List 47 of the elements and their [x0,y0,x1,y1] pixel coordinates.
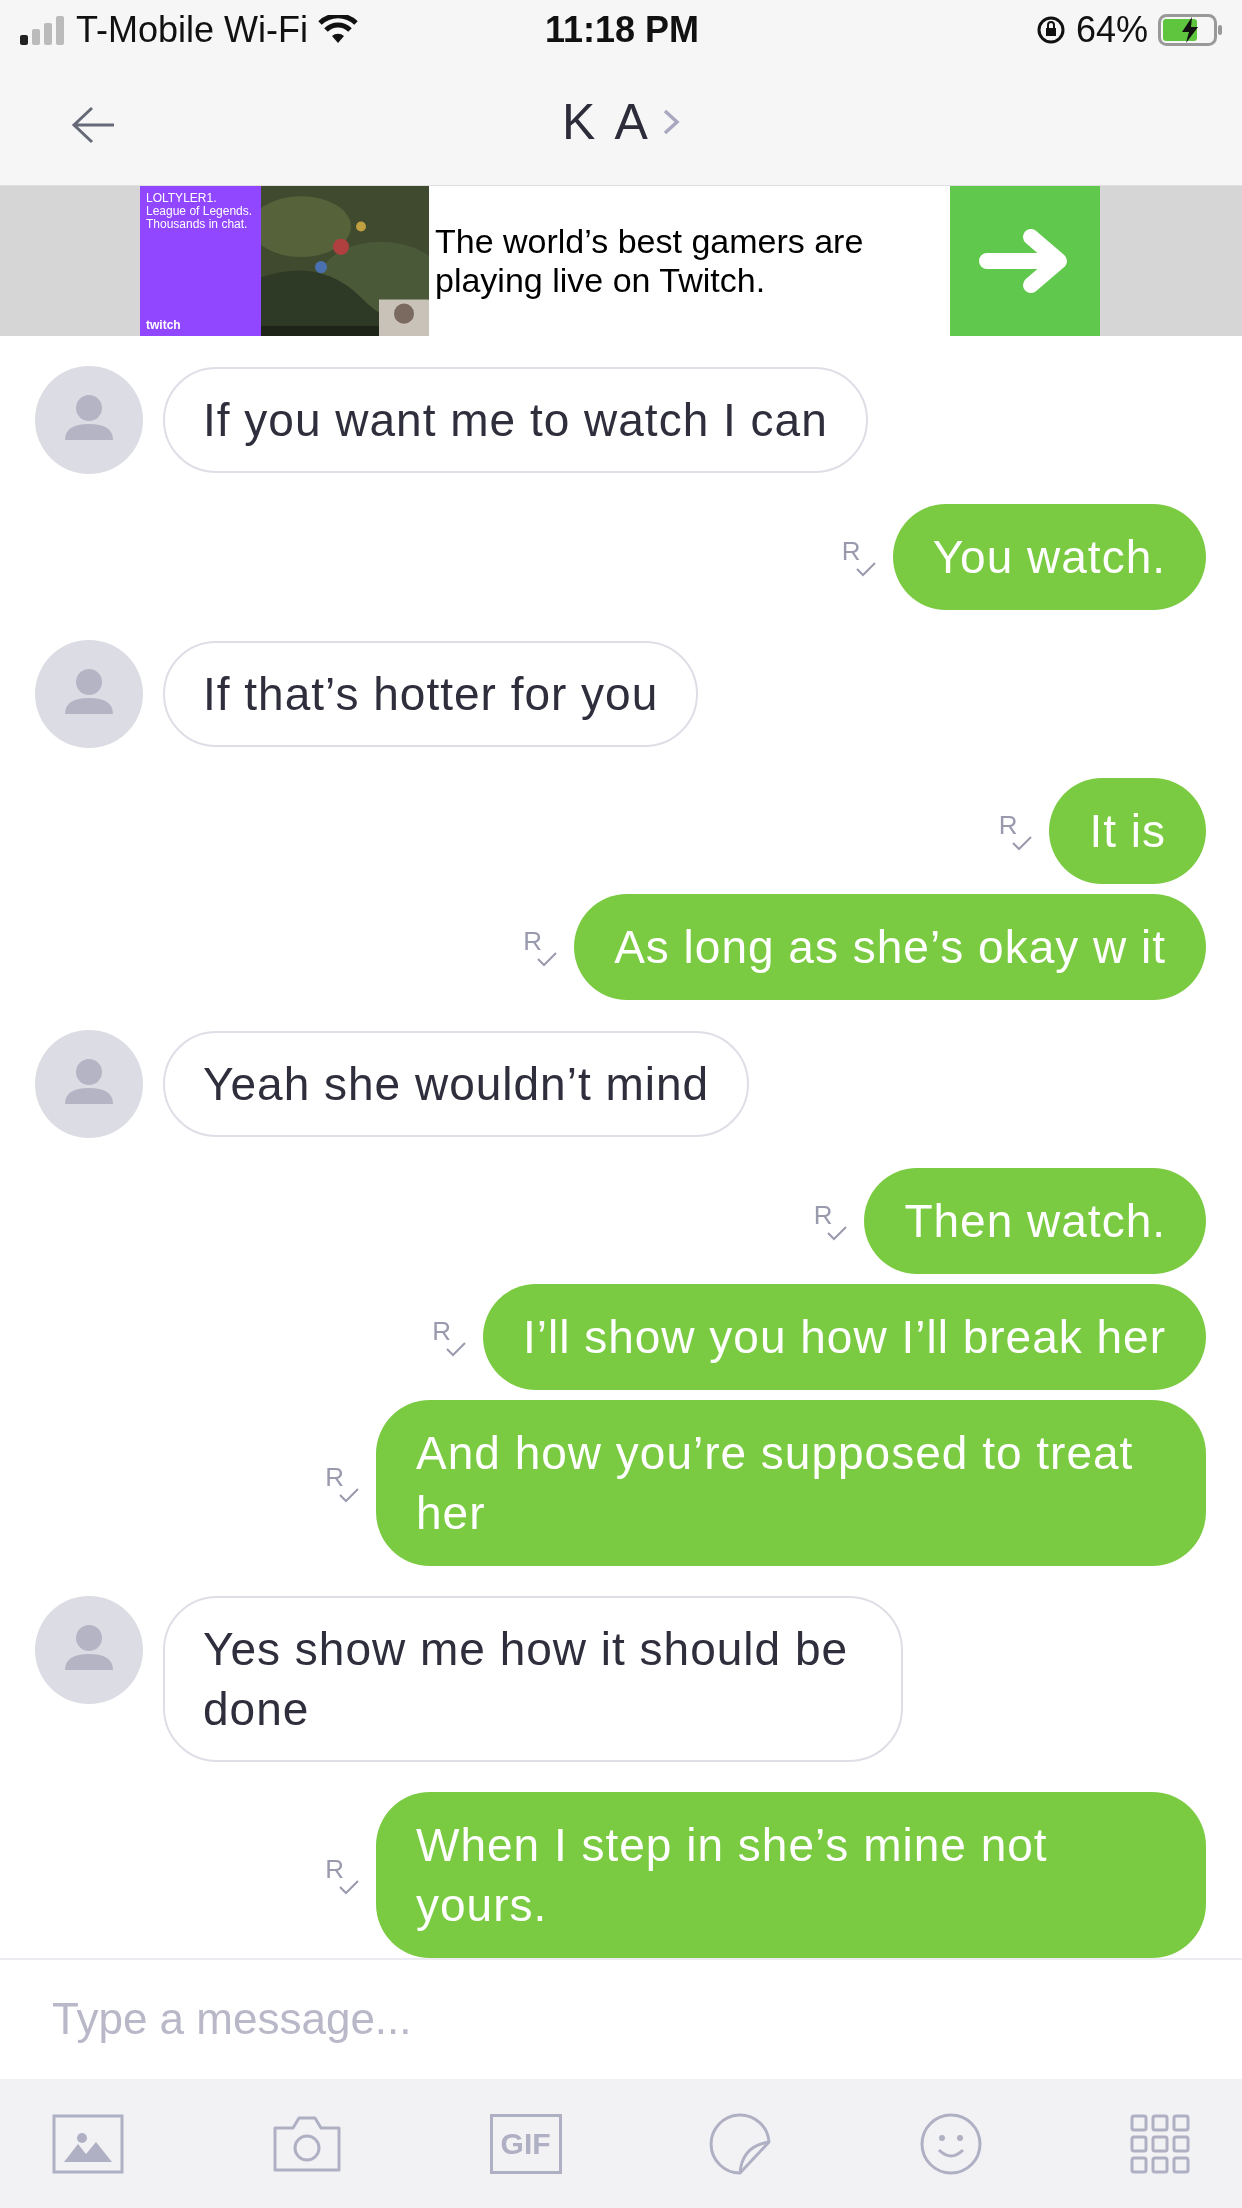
message-bubble: Yes show me how it should be done [163,1595,903,1762]
checkmark-icon [1011,835,1034,852]
read-receipt: R [841,536,861,568]
read-receipt: R [998,810,1018,842]
read-receipt: R [523,926,543,958]
checkmark-icon [338,1487,360,1504]
battery-percentage: 64% [1075,8,1148,51]
checkmark-icon [444,1341,467,1358]
message-bubble: I’ll show you how I’ll break her [482,1283,1206,1390]
status-time: 11:18 PM [544,8,700,51]
rotation-lock-icon [1035,14,1066,45]
avatar-icon [35,1595,143,1704]
sticker-icon[interactable] [708,2111,773,2176]
checkmark-icon [536,951,559,968]
checkmark-icon [826,1225,849,1242]
wifi-icon [318,14,358,45]
apps-grid-icon[interactable] [1130,2113,1190,2174]
message-bubble: As long as she’s okay w it [574,893,1206,1000]
read-receipt: R [325,1854,344,1886]
avatar-icon [35,639,143,748]
emoji-icon[interactable] [919,2111,984,2176]
message-bubble: And how you’re supposed to treat her [376,1399,1206,1566]
contact-title-button[interactable]: K A [562,93,680,152]
battery-charging-icon [1158,13,1224,46]
message-bubble: It is [1049,777,1206,884]
message-bubble: If you want me to watch I can [163,366,868,473]
avatar-icon [35,1029,143,1138]
message-bubble: Then watch. [864,1167,1206,1274]
back-arrow-icon [70,104,116,145]
checkmark-icon [854,561,877,578]
message-bubble: You watch. [892,503,1206,610]
message-bubble: If that’s hotter for you [163,640,699,747]
carrier-name: T-Mobile Wi-Fi [76,8,308,51]
message-bubble: When I step in she’s mine not yours. [376,1791,1206,1958]
ad-brand-text: twitch [146,317,182,332]
checkmark-icon [338,1879,360,1896]
read-receipt: R [813,1200,833,1232]
image-icon[interactable] [52,2113,124,2174]
ad-headline: The world’s best gamers are playing live on Twitch. [434,221,865,300]
read-receipt: R [325,1462,344,1494]
message-bubble: Yeah she wouldn’t mind [163,1030,750,1137]
avatar-icon [35,365,143,474]
ad-banner[interactable]: LOLTYLER1. League of Legends. Thousands in chat. twitch The world’s best gamers are playing live on Twitch. [140,185,1100,336]
ad-promo-text: LOLTYLER1. League of Legends. Thousands in chat. [146,191,254,231]
read-receipt: R [432,1316,451,1348]
cellular-signal-icon [20,14,66,45]
ad-go-button[interactable] [950,185,1100,336]
